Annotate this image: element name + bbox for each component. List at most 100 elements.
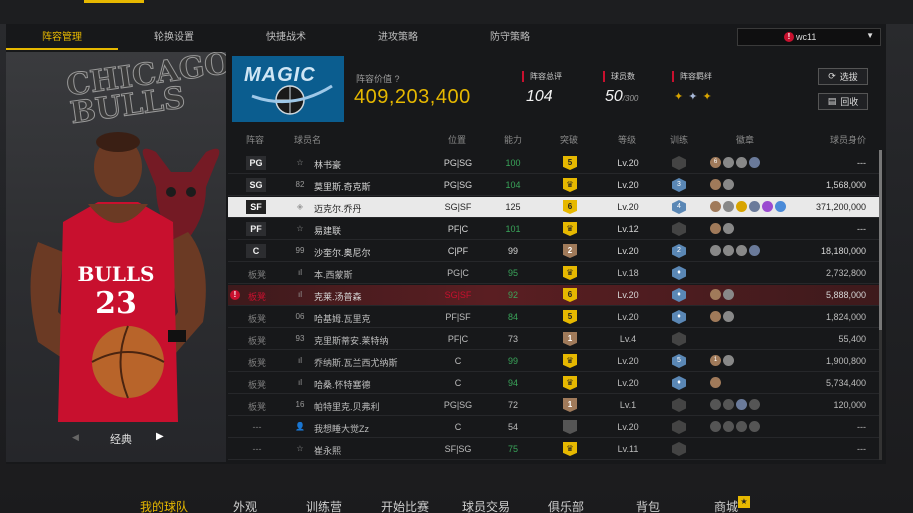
training-icon: ♦ (672, 288, 686, 302)
table-row[interactable]: C 99 沙奎尔.奥尼尔 C|PF 99 2 Lv.20 2 18,180,00… (228, 241, 880, 262)
player-position: PG|SG (443, 180, 473, 190)
player-rating: 104 (505, 180, 521, 190)
user-dropdown[interactable]: ! wc11 ▼ (737, 28, 881, 46)
player-level: Lv.20 (617, 290, 639, 300)
chevron-down-icon: ▼ (866, 31, 874, 40)
player-level: Lv.20 (617, 202, 639, 212)
slot-badge: PF (246, 222, 266, 236)
recycle-button[interactable]: ▤ 回收 (818, 93, 868, 110)
player-position: C (454, 422, 462, 432)
badge-icon (749, 421, 760, 432)
nav-appearance[interactable]: 外观 (233, 498, 257, 513)
badge-icon (723, 399, 734, 410)
table-row[interactable]: 板凳 ıl 乔纳斯.瓦兰西尤纳斯 C 99 ♛ Lv.20 5 1 1,900,… (228, 351, 880, 372)
help-icon[interactable]: ? (395, 74, 400, 84)
slot-badge: C (246, 244, 266, 258)
scrollbar-thumb[interactable] (879, 150, 882, 330)
table-row[interactable]: 板凳 ıl 本.西蒙斯 PG|C 95 ♛ Lv.18 ♦ 2,732,800 (228, 263, 880, 284)
player-level: Lv.20 (617, 422, 639, 432)
col-position[interactable]: 位置 (448, 133, 466, 146)
table-row[interactable]: PF ☆ 易建联 PF|C 101 ♛ Lv.12 --- (228, 219, 880, 240)
table-row[interactable]: SG 82 莫里斯.奇克斯 PG|SG 104 ♛ Lv.20 3 1,568,… (228, 175, 880, 196)
nav-backpack[interactable]: 背包 (636, 498, 660, 513)
badge-list (710, 421, 760, 432)
nav-club[interactable]: 俱乐部 (548, 498, 584, 513)
col-training[interactable]: 训练 (670, 133, 688, 146)
badge-icon (710, 201, 721, 212)
player-rating: 73 (507, 334, 518, 344)
table-row[interactable]: 板凳 06 哈基姆.瓦里克 PF|SF 84 5 Lv.20 ♦ 1,824,0… (228, 307, 880, 328)
badge-icon (710, 289, 721, 300)
player-position: PG|SG (443, 158, 473, 168)
tab-lineup-management[interactable]: 阵容管理 (6, 26, 118, 50)
tab-quick-tactics[interactable]: 快捷战术 (230, 26, 342, 50)
player-level: Lv.20 (617, 246, 639, 256)
table-row[interactable]: --- ☆ 崔永熙 SF|SG 75 ♛ Lv.11 --- (228, 439, 880, 460)
prev-style-button[interactable]: ◀ (72, 432, 79, 443)
training-icon: 5 (672, 354, 686, 368)
breakthrough-icon: ♛ (563, 442, 577, 456)
player-position: SF|SG (444, 444, 472, 454)
badge-icon (710, 311, 721, 322)
col-slot[interactable]: 阵容 (246, 133, 264, 146)
badge-icon: 6 (710, 157, 721, 168)
breakthrough-icon: 1 (563, 332, 577, 346)
nav-start-game[interactable]: 开始比赛 (381, 498, 429, 513)
badge-icon (710, 245, 721, 256)
player-name: 沙奎尔.奥尼尔 (314, 248, 371, 258)
badge-icon (723, 289, 734, 300)
col-level[interactable]: 等级 (618, 133, 636, 146)
next-style-button[interactable]: ▶ (156, 431, 164, 442)
nav-player-trade[interactable]: 球员交易 (462, 498, 510, 513)
badge-icon (749, 245, 760, 256)
player-name: 易建联 (314, 226, 342, 236)
rating-label: 阵容总评 (522, 71, 562, 82)
player-name: 克里斯蒂安.莱特纳 (314, 336, 389, 346)
player-salary: --- (857, 444, 866, 454)
breakthrough-icon: 6 (563, 288, 577, 302)
breakthrough-icon (563, 420, 577, 434)
badge-list (710, 311, 734, 322)
col-breakthrough[interactable]: 突破 (560, 133, 578, 146)
nav-training-camp[interactable]: 训练营 (306, 498, 342, 513)
player-count-label: 球员数 (603, 71, 635, 82)
slot-label: 板凳 (247, 314, 266, 324)
player-rating: 125 (505, 202, 521, 212)
tab-offense-strategy[interactable]: 进攻策略 (342, 26, 454, 50)
bond-icons[interactable]: ✦ ✦ ✦ (674, 90, 712, 103)
table-row[interactable]: ! 板凳 ıl 克莱.汤普森 SG|SF 92 6 Lv.20 ♦ 5,888,… (228, 285, 880, 306)
col-badges[interactable]: 徽章 (736, 133, 754, 146)
training-icon (672, 222, 686, 236)
player-salary: --- (857, 224, 866, 234)
col-player-name[interactable]: 球员名 (294, 133, 321, 146)
player-rating: 95 (507, 268, 518, 278)
tab-rotation-settings[interactable]: 轮换设置 (118, 26, 230, 50)
table-row[interactable]: 板凳 93 克里斯蒂安.莱特纳 PF|C 73 1 Lv.4 55,400 (228, 329, 880, 350)
badge-icon (723, 355, 734, 366)
player-portrait (30, 132, 206, 422)
player-rating: 75 (507, 444, 518, 454)
player-marker-icon: 93 (295, 334, 305, 343)
training-icon (672, 332, 686, 346)
breakthrough-icon: ♛ (563, 354, 577, 368)
player-name: 哈桑.怀特塞德 (314, 380, 371, 390)
table-row[interactable]: --- 👤 我想睡大觉Zz C 54 Lv.20 --- (228, 417, 880, 438)
table-row[interactable]: 板凳 16 帕特里克.贝弗利 PG|SG 72 1 Lv.1 120,000 (228, 395, 880, 416)
table-row[interactable]: SF ◈ 迈克尔.乔丹 SG|SF 125 6 Lv.20 4 371,200,… (228, 197, 880, 218)
select-button[interactable]: ⟳ 选拔 (818, 68, 868, 85)
player-name: 克莱.汤普森 (314, 292, 362, 302)
col-rating[interactable]: 能力 (504, 133, 522, 146)
player-name: 帕特里克.贝弗利 (314, 402, 380, 412)
tab-defense-strategy[interactable]: 防守策略 (454, 26, 566, 50)
badge-list (710, 245, 760, 256)
player-marker-icon: 16 (295, 400, 305, 409)
badge-list (710, 377, 721, 388)
nav-shop[interactable]: 商城 (714, 498, 738, 513)
nav-my-team[interactable]: 我的球队 (140, 498, 188, 513)
breakthrough-icon: 5 (563, 310, 577, 324)
table-row[interactable]: 板凳 ıl 哈桑.怀特塞德 C 94 ♛ Lv.20 ♦ 5,734,400 (228, 373, 880, 394)
player-rating: 99 (507, 356, 518, 366)
player-marker-icon: 👤 (295, 422, 305, 431)
col-salary[interactable]: 球员身价 (830, 133, 866, 146)
table-row[interactable]: PG ☆ 林书豪 PG|SG 100 5 Lv.20 6 --- (228, 153, 880, 174)
